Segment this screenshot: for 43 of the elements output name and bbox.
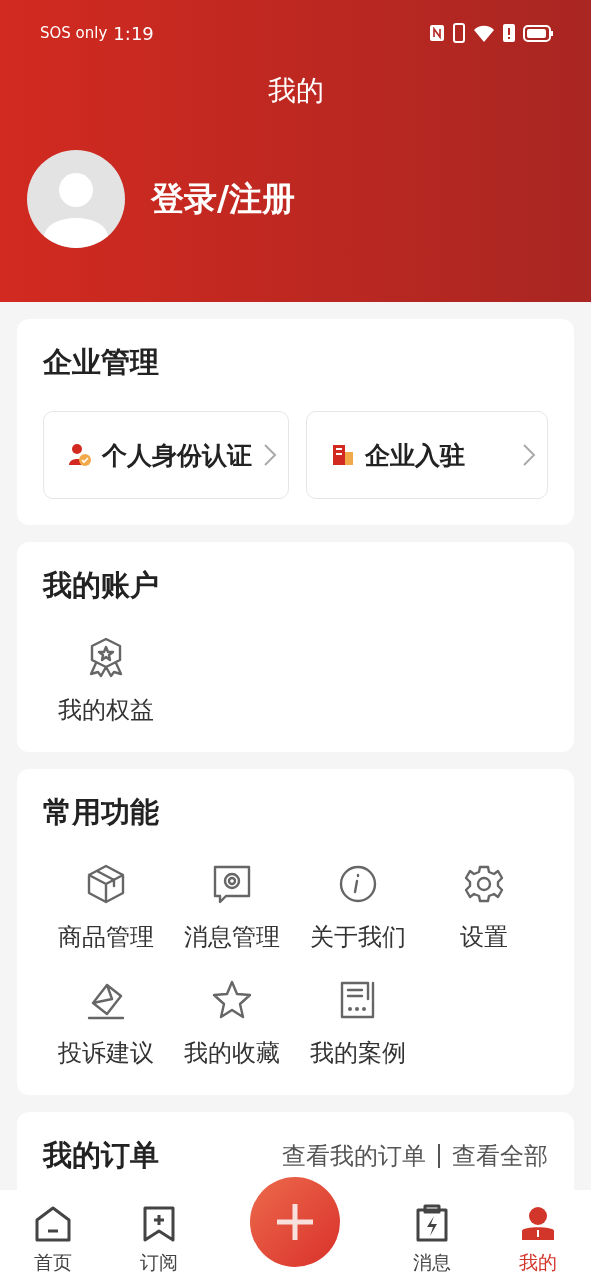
page-title: 我的	[267, 73, 324, 109]
avatar[interactable]	[27, 150, 125, 248]
nav-tab[interactable]: 消息	[379, 1190, 485, 1276]
section-title: 我的账户	[43, 567, 159, 604]
info-icon	[337, 863, 379, 905]
settings-icon	[463, 863, 505, 905]
sim-alert-icon	[503, 24, 515, 42]
order-link[interactable]: 查看我的订单	[282, 1140, 426, 1172]
enterprise-action-button[interactable]: 企业入驻	[306, 411, 548, 499]
section-title: 常用功能	[43, 794, 159, 831]
wifi-icon	[473, 24, 495, 42]
chevron-right-icon	[521, 443, 537, 467]
login-register-link[interactable]: 登录/注册	[151, 176, 296, 222]
building-icon	[331, 443, 355, 467]
carrier-text: SOS only	[40, 24, 108, 42]
section-title: 我的订单	[43, 1137, 159, 1174]
plus-icon	[275, 1202, 315, 1242]
menu-item-label[interactable]: 投诉建议	[58, 1037, 154, 1069]
star-icon	[211, 979, 253, 1021]
menu-item-label[interactable]: 我的权益	[58, 694, 154, 726]
nav-tab[interactable]: 我的	[485, 1190, 591, 1276]
cube-icon	[85, 863, 127, 905]
user-icon	[521, 1206, 555, 1242]
chevron-right-icon	[262, 443, 278, 467]
nav-tab[interactable]: 订阅	[106, 1190, 212, 1276]
menu-item-label[interactable]: 设置	[460, 921, 508, 953]
menu-item-label[interactable]: 我的案例	[310, 1037, 406, 1069]
bookmark-plus-icon	[143, 1206, 175, 1242]
order-link[interactable]: 查看全部	[452, 1140, 548, 1172]
nav-tab[interactable]: 首页	[0, 1190, 106, 1276]
status-time: 1:19	[113, 22, 154, 44]
clipboard-bolt-icon	[416, 1204, 448, 1242]
nfc-icon	[429, 24, 445, 42]
home-icon	[35, 1206, 71, 1242]
menu-item-label[interactable]: 消息管理	[184, 921, 280, 953]
menu-item-label[interactable]: 商品管理	[58, 921, 154, 953]
battery-icon	[523, 24, 553, 42]
user-verified-icon	[68, 443, 92, 467]
section-title: 企业管理	[43, 344, 159, 381]
vibrate-icon	[453, 23, 465, 43]
enterprise-action-button[interactable]: 个人身份认证	[43, 411, 289, 499]
menu-item-label[interactable]: 关于我们	[310, 921, 406, 953]
menu-item-label[interactable]: 我的收藏	[184, 1037, 280, 1069]
